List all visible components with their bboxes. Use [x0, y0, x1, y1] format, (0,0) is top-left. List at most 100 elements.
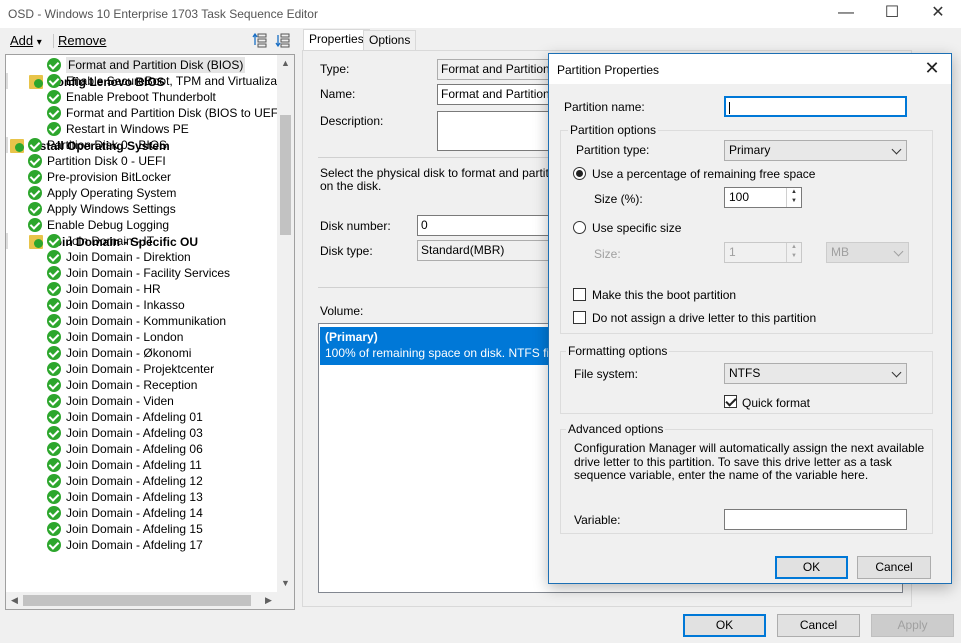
- tree-item[interactable]: Join Domain - London: [6, 329, 278, 345]
- tree-item[interactable]: Join Domain - Afdeling 15: [6, 521, 278, 537]
- tab-properties[interactable]: Properties: [303, 29, 370, 50]
- tree-vertical-scrollbar[interactable]: ▲ ▼: [277, 55, 294, 592]
- tree-item[interactable]: Join Domain - Afdeling 14: [6, 505, 278, 521]
- type-label: Type:: [320, 62, 350, 76]
- maximize-button[interactable]: ☐: [869, 0, 915, 28]
- tree-item[interactable]: Format and Partition Disk (BIOS): [6, 57, 278, 73]
- disk-number-field[interactable]: 0: [417, 215, 557, 236]
- cancel-button[interactable]: Cancel: [777, 614, 860, 637]
- apply-button[interactable]: Apply: [871, 614, 954, 637]
- percentage-radio-label: Use a percentage of remaining free space: [592, 167, 816, 181]
- dialog-title: Partition Properties: [557, 63, 660, 77]
- tree-item[interactable]: Pre-provision BitLocker: [6, 169, 278, 185]
- volume-item[interactable]: (Primary) 100% of remaining space on dis…: [320, 327, 568, 365]
- scroll-left-icon[interactable]: ◀: [6, 592, 23, 609]
- tree-item[interactable]: Join Domain - Afdeling 11: [6, 457, 278, 473]
- tree-item-label: Join Domain - Projektcenter: [66, 362, 215, 376]
- tree-item[interactable]: Join Domain - Direktion: [6, 249, 278, 265]
- dialog-close-icon[interactable]: ✕: [919, 58, 945, 80]
- task-sequence-tree[interactable]: Format and Partition Disk (BIOS) Config L…: [5, 54, 295, 610]
- tree-horizontal-scrollbar[interactable]: ◀ ▶: [6, 592, 294, 609]
- size-pct-value: 100: [729, 190, 750, 204]
- chevron-down-icon: ▾: [36, 37, 42, 48]
- divider: [318, 157, 558, 158]
- tree-item[interactable]: Enable Debug Logging: [6, 217, 278, 233]
- tree-item[interactable]: Join Domain - Facility Services: [6, 265, 278, 281]
- tree-item[interactable]: Join Domain - Kommunikation: [6, 313, 278, 329]
- tree-item[interactable]: Join Domain - IT: [6, 233, 278, 249]
- check-icon: [47, 282, 61, 296]
- ok-button[interactable]: OK: [683, 614, 766, 637]
- scroll-up-icon[interactable]: ▲: [277, 55, 294, 72]
- check-icon: [47, 314, 61, 328]
- no-drive-letter-checkbox[interactable]: [573, 311, 586, 324]
- tree-item[interactable]: Join Domain - Reception: [6, 377, 278, 393]
- variable-field[interactable]: [724, 509, 907, 530]
- move-up-icon[interactable]: [252, 32, 268, 48]
- check-icon: [47, 474, 61, 488]
- tree-item[interactable]: Partition Disk 0 - UEFI: [6, 153, 278, 169]
- tree-item[interactable]: Enable SecureBoot, TPM and Virtualizatio…: [6, 73, 294, 89]
- tree-item[interactable]: Join Domain - Afdeling 17: [6, 537, 278, 553]
- tree-item[interactable]: Join Domain - Økonomi: [6, 345, 278, 361]
- size-pct-stepper[interactable]: 100 ▲ ▼: [724, 187, 802, 208]
- tree-item[interactable]: Join Domain - Afdeling 13: [6, 489, 278, 505]
- tree-item-label: Join Domain - IT: [66, 234, 155, 248]
- size-stepper[interactable]: 1 ▲ ▼: [724, 242, 802, 263]
- tree-item[interactable]: Join Domain - Afdeling 06: [6, 441, 278, 457]
- tree-item[interactable]: Apply Windows Settings: [6, 201, 278, 217]
- tree-item-label: Join Domain - Facility Services: [66, 266, 231, 280]
- scroll-right-icon[interactable]: ▶: [260, 592, 277, 609]
- stepper-buttons[interactable]: ▲ ▼: [786, 188, 801, 207]
- add-menu-button[interactable]: Add ▾: [10, 33, 42, 48]
- specific-size-radio[interactable]: [573, 221, 586, 234]
- type-field: Format and Partition Dis: [437, 59, 557, 80]
- boot-partition-label: Make this the boot partition: [592, 288, 737, 302]
- scroll-down-icon[interactable]: ▼: [277, 575, 294, 592]
- check-icon: [47, 410, 61, 424]
- remove-button[interactable]: Remove: [58, 33, 106, 48]
- up-icon[interactable]: ▲: [787, 188, 801, 197]
- check-icon: [47, 330, 61, 344]
- close-button[interactable]: ✕: [915, 0, 961, 28]
- disk-type-dropdown[interactable]: Standard(MBR): [417, 240, 557, 261]
- size-unit-dropdown[interactable]: MB: [826, 242, 909, 263]
- tree-item-label: Join Domain - Inkasso: [66, 298, 185, 312]
- tree-item[interactable]: Join Domain - Inkasso: [6, 297, 278, 313]
- tab-options[interactable]: Options: [363, 30, 417, 50]
- dialog-ok-button[interactable]: OK: [775, 556, 848, 579]
- down-icon[interactable]: ▼: [787, 197, 801, 206]
- tree-item-label: Join Domain - Afdeling 01: [66, 410, 203, 424]
- tree-item[interactable]: Restart in Windows PE: [6, 121, 278, 137]
- file-system-dropdown[interactable]: NTFS: [724, 363, 907, 384]
- tree-item[interactable]: Join Domain - Viden: [6, 393, 278, 409]
- partition-name-field[interactable]: [724, 96, 907, 117]
- quick-format-checkbox[interactable]: [724, 395, 737, 408]
- tree-item[interactable]: Join Domain - Projektcenter: [6, 361, 278, 377]
- tree-item[interactable]: Join Domain - HR: [6, 281, 278, 297]
- tree-item[interactable]: Format and Partition Disk (BIOS to UEFI): [6, 105, 285, 121]
- tree-item[interactable]: Join Domain - Afdeling 01: [6, 409, 278, 425]
- partition-type-value: Primary: [729, 143, 771, 157]
- partition-type-dropdown[interactable]: Primary: [724, 140, 907, 161]
- name-field[interactable]: Format and Partition Dis: [437, 84, 557, 105]
- tree-item[interactable]: Join Domain - Afdeling 03: [6, 425, 278, 441]
- down-icon[interactable]: ▼: [787, 252, 801, 261]
- tree-item[interactable]: Apply Operating System: [6, 185, 278, 201]
- percentage-radio[interactable]: [573, 167, 586, 180]
- stepper-buttons[interactable]: ▲ ▼: [786, 243, 801, 262]
- scroll-thumb-horizontal[interactable]: [23, 595, 251, 606]
- description-field[interactable]: [437, 111, 557, 151]
- tree-item[interactable]: Partition Disk 0 - BIOS: [6, 137, 278, 153]
- scroll-thumb[interactable]: [280, 115, 291, 235]
- tree-item[interactable]: Join Domain - Afdeling 12: [6, 473, 278, 489]
- dialog-cancel-button[interactable]: Cancel: [857, 556, 931, 579]
- tree-item-label: Join Domain - Økonomi: [66, 346, 192, 360]
- move-down-icon[interactable]: [275, 32, 291, 48]
- up-icon[interactable]: ▲: [787, 243, 801, 252]
- minimize-button[interactable]: —: [823, 0, 869, 28]
- check-icon: [28, 186, 42, 200]
- tree-item[interactable]: Enable Preboot Thunderbolt: [6, 89, 278, 105]
- boot-partition-checkbox[interactable]: [573, 288, 586, 301]
- tree-item-label: Join Domain - Afdeling 15: [66, 522, 203, 536]
